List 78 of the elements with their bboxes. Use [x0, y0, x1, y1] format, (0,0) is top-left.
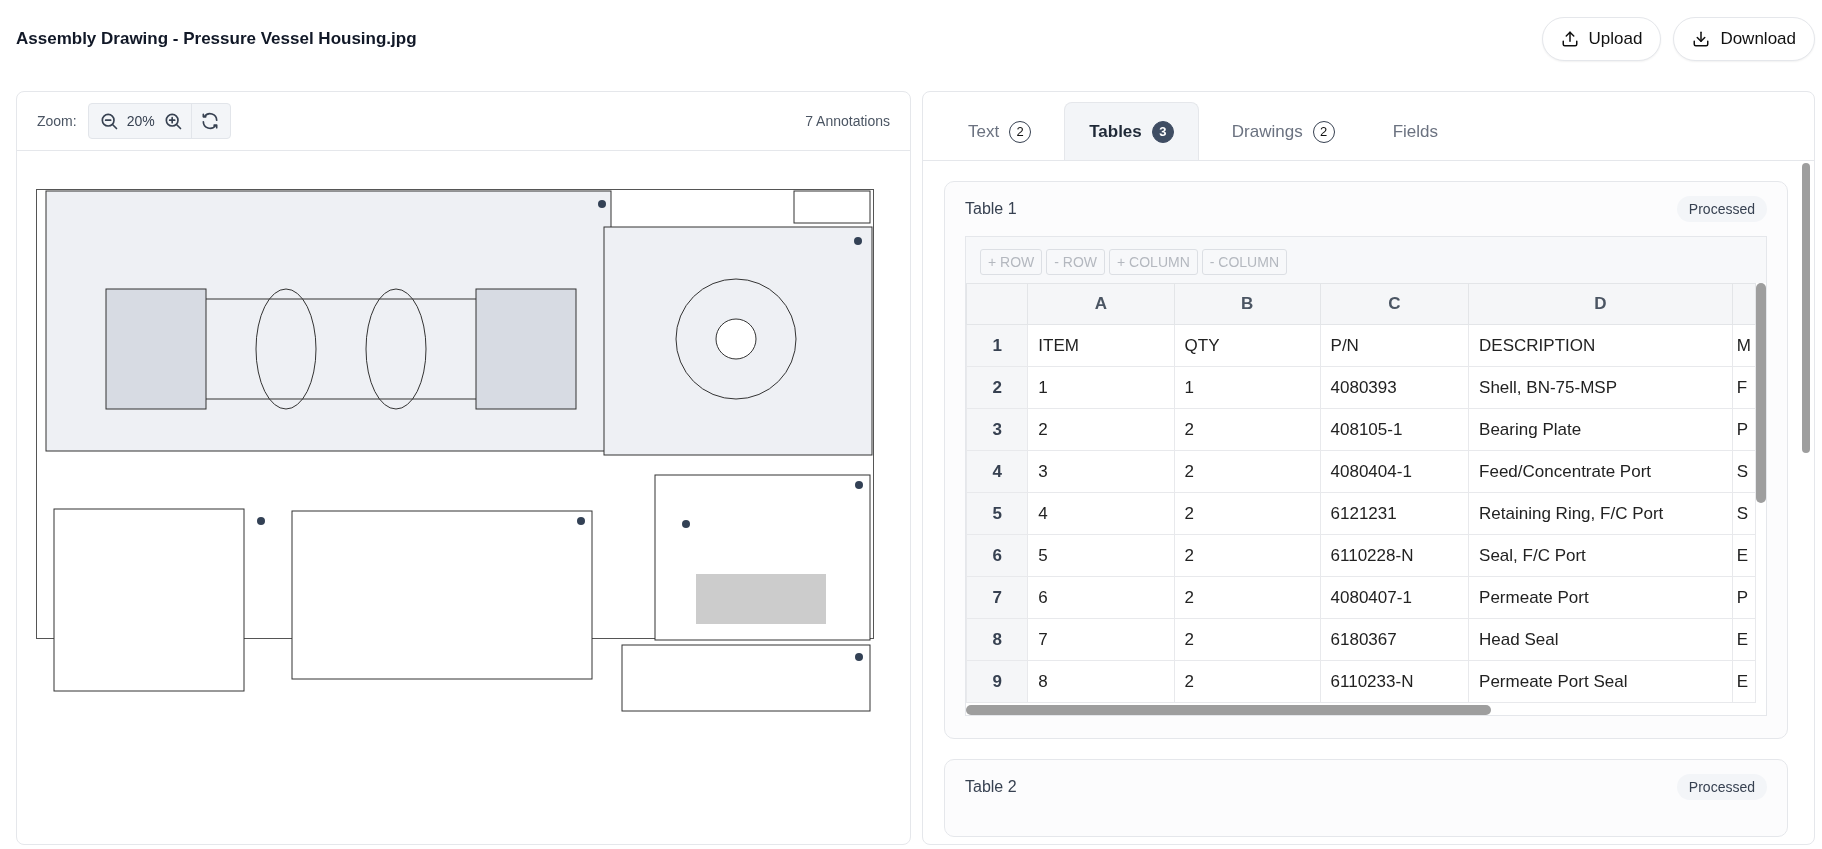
column-header[interactable]: D [1468, 283, 1733, 325]
table-cell[interactable]: S [1732, 492, 1756, 535]
table-cell[interactable]: 2 [1174, 660, 1321, 703]
table-cell[interactable]: 2 [1174, 492, 1321, 535]
row-number: 6 [966, 534, 1028, 577]
table-cell[interactable]: F [1732, 366, 1756, 409]
row-number: 5 [966, 492, 1028, 535]
upload-icon [1560, 30, 1579, 48]
table-cell[interactable]: 4 [1027, 492, 1175, 535]
table-cell[interactable]: 2 [1174, 618, 1321, 661]
row-number: 4 [966, 450, 1028, 493]
table-cell[interactable]: 4080393 [1320, 366, 1469, 409]
row-number: 9 [966, 660, 1028, 703]
tab[interactable]: Drawings 2 [1206, 102, 1360, 160]
table-cell[interactable]: 1 [1027, 366, 1175, 409]
table-cell[interactable]: 2 [1174, 576, 1321, 619]
column-header[interactable]: A [1027, 283, 1175, 325]
scrollbar-thumb[interactable] [1756, 283, 1766, 503]
table-cell[interactable]: ITEM [1027, 324, 1175, 367]
tab[interactable]: Fields [1367, 102, 1463, 160]
table-cell[interactable]: 1 [1174, 366, 1321, 409]
table-cell[interactable]: 6 [1027, 576, 1175, 619]
table-cell[interactable]: M [1732, 324, 1756, 367]
tab[interactable]: Text 2 [943, 102, 1057, 160]
table-cell[interactable]: 6180367 [1320, 618, 1469, 661]
table-cell[interactable]: S [1732, 450, 1756, 493]
table-cell[interactable]: Feed/Concentrate Port [1468, 450, 1733, 493]
row-number: 1 [966, 324, 1028, 367]
table-cell[interactable]: DESCRIPTION [1468, 324, 1733, 367]
table-cell[interactable]: Head Seal [1468, 618, 1733, 661]
zoom-label: Zoom: [37, 113, 77, 129]
table-cell[interactable]: 5 [1027, 534, 1175, 577]
table-title: Table 1 [965, 200, 1017, 218]
table-cell[interactable]: 2 [1174, 450, 1321, 493]
table-cell[interactable]: 8 [1027, 660, 1175, 703]
annotation-count: 7 Annotations [805, 113, 890, 129]
download-icon [1692, 30, 1711, 48]
upload-button[interactable]: Upload [1541, 17, 1662, 61]
scrollbar-thumb[interactable] [1802, 163, 1810, 453]
tab[interactable]: Tables 3 [1064, 102, 1199, 160]
column-header[interactable]: B [1174, 283, 1321, 325]
table-cell[interactable]: QTY [1174, 324, 1321, 367]
table-title: Table 2 [965, 778, 1017, 796]
table-cell[interactable]: E [1732, 618, 1756, 661]
row-number: 7 [966, 576, 1028, 619]
table-cell[interactable]: 408105-1 [1320, 408, 1469, 451]
row-number: 3 [966, 408, 1028, 451]
count-badge: 3 [1151, 120, 1174, 143]
table-cell[interactable]: E [1732, 534, 1756, 577]
status-badge: Processed [1676, 774, 1767, 800]
table-cell[interactable]: Bearing Plate [1468, 408, 1733, 451]
document-title: Assembly Drawing - Pressure Vessel Housing.jpg [16, 29, 417, 49]
scrollbar-thumb[interactable] [966, 705, 1491, 715]
table-cell[interactable]: 6121231 [1320, 492, 1469, 535]
download-button[interactable]: Download [1673, 17, 1815, 61]
table-cell[interactable]: Seal, F/C Port [1468, 534, 1733, 577]
table-cell[interactable]: 6110228-N [1320, 534, 1469, 577]
table-cell[interactable]: Retaining Ring, F/C Port [1468, 492, 1733, 535]
table-cell[interactable]: E [1732, 660, 1756, 703]
table-cell[interactable]: 3 [1027, 450, 1175, 493]
table-cell[interactable]: 2 [1174, 534, 1321, 577]
table-cell[interactable]: P/N [1320, 324, 1469, 367]
table-cell[interactable]: 7 [1027, 618, 1175, 661]
table-cell[interactable]: 6110233-N [1320, 660, 1469, 703]
table-cell[interactable]: P [1732, 576, 1756, 619]
table-cell[interactable]: 4080404-1 [1320, 450, 1469, 493]
table-cell[interactable]: Shell, BN-75-MSP [1468, 366, 1733, 409]
table-cell[interactable]: 4080407-1 [1320, 576, 1469, 619]
table-cell[interactable]: 2 [1174, 408, 1321, 451]
row-number: 2 [966, 366, 1028, 409]
table-cell[interactable]: Permeate Port [1468, 576, 1733, 619]
row-number: 8 [966, 618, 1028, 661]
status-badge: Processed [1676, 196, 1767, 222]
zoom-value: 20% [126, 113, 155, 129]
table-cell[interactable]: 2 [1027, 408, 1175, 451]
column-header[interactable]: C [1320, 283, 1469, 325]
table-cell[interactable]: P [1732, 408, 1756, 451]
table-cell[interactable]: Permeate Port Seal [1468, 660, 1733, 703]
